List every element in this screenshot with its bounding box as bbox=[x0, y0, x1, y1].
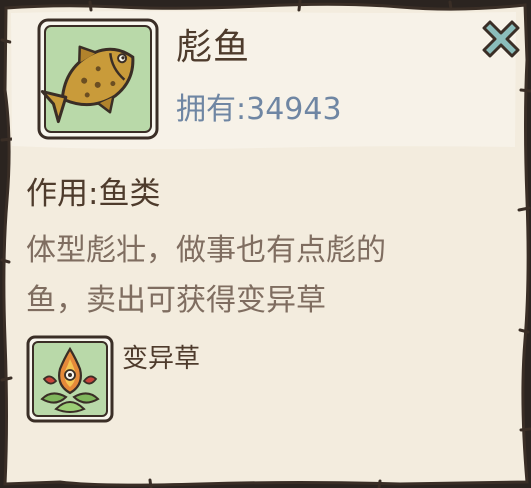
description-line-1: 体型彪壮，做事也有点彪的 bbox=[26, 233, 386, 268]
fish-icon bbox=[37, 18, 159, 140]
close-icon bbox=[482, 20, 520, 58]
item-icon-frame bbox=[37, 18, 159, 140]
item-description: 体型彪壮，做事也有点彪的 鱼，卖出可获得变异草 bbox=[26, 226, 496, 326]
reward-item-name: 变异草 bbox=[122, 344, 201, 374]
item-title: 彪鱼 bbox=[176, 27, 251, 68]
description-line-2: 鱼，卖出可获得变异草 bbox=[26, 283, 326, 318]
mutant-grass-icon bbox=[26, 335, 114, 423]
close-button[interactable] bbox=[476, 14, 526, 64]
owned-count: 拥有:34943 bbox=[176, 92, 342, 127]
item-info-panel: 彪鱼 拥有:34943 作用:鱼类 体型彪壮，做事也有点彪的 鱼，卖出可获得变异… bbox=[0, 0, 531, 488]
reward-item-slot[interactable] bbox=[26, 335, 114, 423]
effect-label: 作用:鱼类 bbox=[26, 176, 161, 212]
